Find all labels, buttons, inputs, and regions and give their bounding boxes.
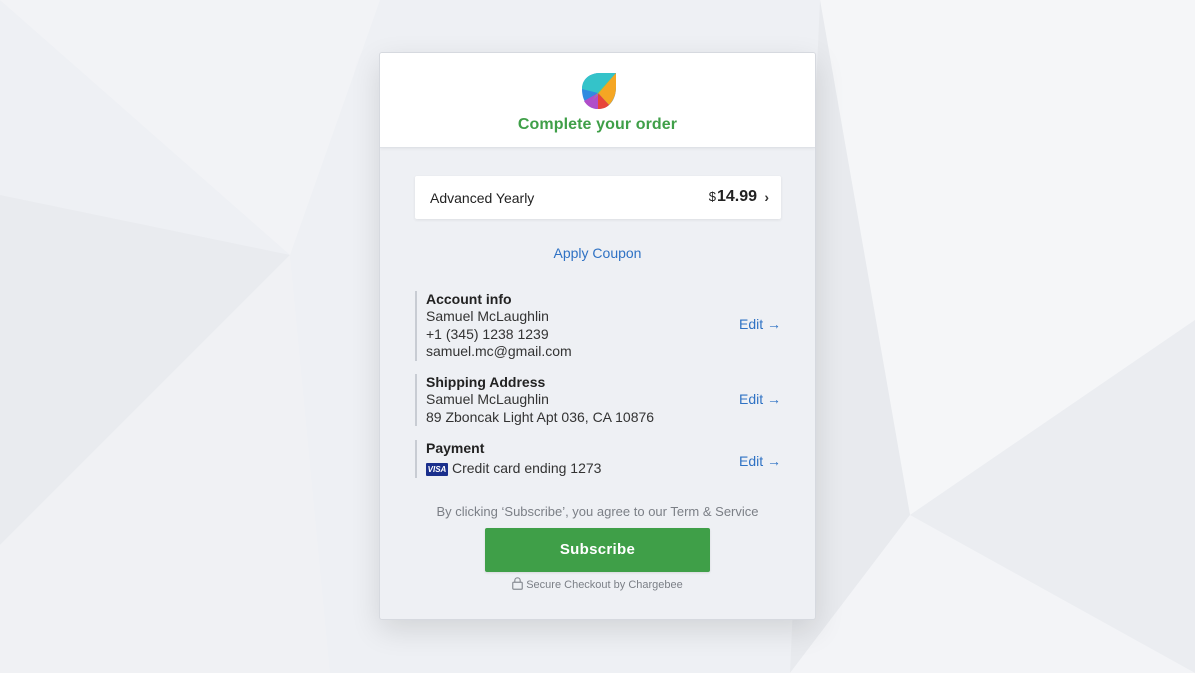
secure-checkout-text: Secure Checkout by Chargebee (526, 579, 683, 591)
price-value: 14.99 (716, 188, 757, 205)
secure-checkout: Secure Checkout by Chargebee (380, 577, 815, 591)
shipping-name: Samuel McLaughlin (426, 391, 549, 407)
shipping-address: 89 Zboncak Light Apt 036, CA 10876 (426, 408, 655, 425)
checkout-card: Complete your order Advanced Yearly $14.… (379, 52, 816, 620)
page-title: Complete your order (517, 116, 678, 133)
payment-card-text: Credit card ending 1273 (452, 460, 602, 476)
terms-text: By clicking ‘Subscribe’, you agree to ou… (436, 504, 759, 519)
payment-card: VISA Credit card ending 1273 (426, 460, 781, 478)
apply-coupon-link[interactable]: Apply Coupon (380, 245, 815, 261)
visa-icon: VISA (426, 463, 448, 476)
plan-summary[interactable]: Advanced Yearly $14.99 › (415, 176, 781, 219)
plan-price: $14.99 (709, 188, 757, 206)
edit-shipping-button[interactable]: Edit → (739, 391, 781, 407)
account-info-title: Account info (426, 291, 512, 307)
payment-title: Payment (426, 440, 485, 456)
lock-icon (512, 577, 524, 590)
edit-account-button[interactable]: Edit → (739, 316, 781, 332)
plan-name: Advanced Yearly (430, 190, 535, 206)
card-header: Complete your order (380, 53, 815, 148)
shipping-address-title: Shipping Address (426, 374, 546, 390)
edit-payment-button[interactable]: Edit → (739, 453, 781, 469)
currency-symbol: $ (708, 189, 716, 204)
shipping-address-section: Shipping Address Samuel McLaughlin 89 Zb… (415, 374, 781, 426)
payment-section: Payment VISA Credit card ending 1273 Edit… (415, 440, 781, 478)
subscribe-button[interactable]: Subscribe (485, 528, 710, 572)
chevron-right-icon: › (764, 189, 769, 205)
account-info-section: Account info Samuel McLaughlin +1 (345) … (415, 291, 781, 361)
account-email: samuel.mc@gmail.com (426, 343, 572, 359)
chargebee-logo-icon (582, 73, 616, 109)
account-name: Samuel McLaughlin (426, 308, 549, 324)
account-phone: +1 (345) 1238 1239 (426, 325, 549, 342)
